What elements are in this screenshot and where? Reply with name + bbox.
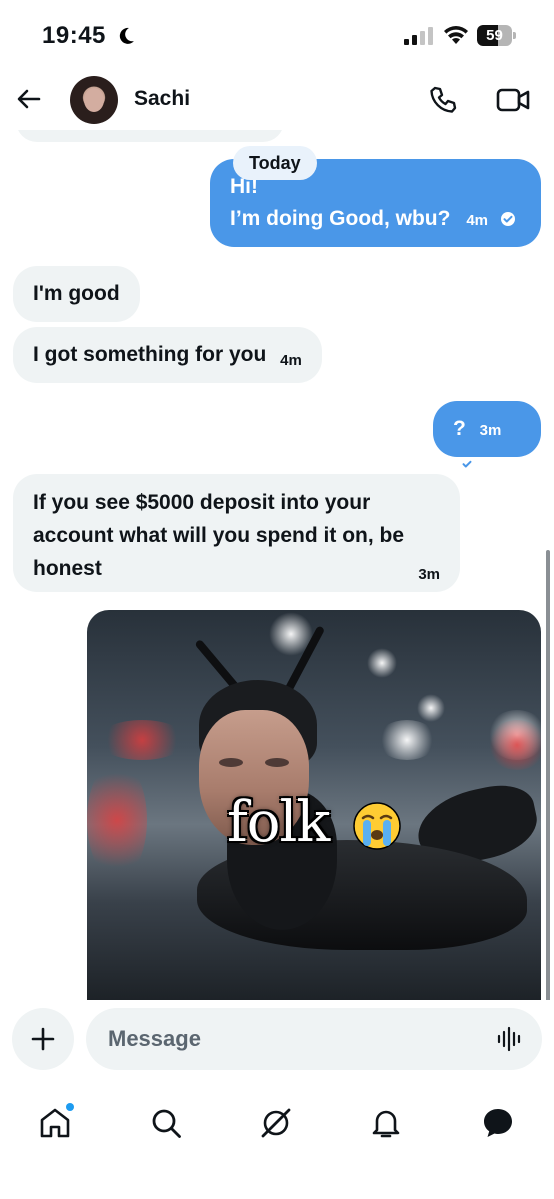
date-separator: Today <box>233 146 317 180</box>
message-bubble-incoming[interactable]: I'm good <box>13 266 140 322</box>
bottom-navigation <box>0 1083 554 1199</box>
voice-call-button[interactable] <box>423 81 463 119</box>
add-attachment-button[interactable] <box>12 1008 74 1070</box>
loudly-crying-face-icon <box>353 802 401 850</box>
notifications-icon <box>372 1110 400 1138</box>
read-check-icon <box>460 457 474 471</box>
message-line: I’m doing Good, wbu? <box>230 207 451 230</box>
nav-notifications[interactable] <box>360 1097 412 1149</box>
message-line: If you see $5000 deposit into your <box>33 491 371 514</box>
message-input[interactable] <box>108 1008 468 1070</box>
battery-indicator: 59 <box>477 25 517 46</box>
notification-dot <box>66 1103 74 1111</box>
message-time: 3m <box>479 422 502 439</box>
message-field[interactable] <box>86 1008 542 1070</box>
nav-grok[interactable] <box>250 1097 302 1149</box>
search-icon <box>152 1109 181 1138</box>
plus-icon <box>31 1027 55 1051</box>
conversation-header: Sachi <box>0 70 554 130</box>
message-bubble-outgoing[interactable]: ? 3m <box>433 401 541 471</box>
image-caption: folk <box>227 790 330 855</box>
status-time: 19:45 <box>42 22 106 49</box>
back-arrow-icon[interactable] <box>16 86 42 112</box>
avatar[interactable] <box>70 76 118 124</box>
nav-messages[interactable] <box>472 1097 524 1149</box>
messages-icon <box>484 1109 512 1137</box>
status-bar: 19:45 59 <box>0 0 554 70</box>
message-image[interactable]: folk <box>87 610 541 1000</box>
phone-icon <box>430 86 457 113</box>
signal-icon <box>404 27 433 45</box>
message-text: ? <box>453 417 466 440</box>
wifi-icon <box>444 26 468 44</box>
message-thread[interactable]: Hi! I’m doing Good, wbu? 4m Today I'm go… <box>0 130 554 1000</box>
message-text: I'm good <box>33 282 120 305</box>
contact-name[interactable]: Sachi <box>134 87 190 111</box>
message-time: 4m <box>466 212 488 229</box>
read-check-icon <box>500 212 515 226</box>
voice-message-icon[interactable] <box>496 1025 524 1053</box>
message-composer <box>0 1005 554 1075</box>
home-icon <box>40 1108 70 1138</box>
grok-icon <box>261 1108 291 1138</box>
moon-icon <box>119 27 134 44</box>
message-text: I got something for you <box>33 343 267 366</box>
previous-message-bubble[interactable] <box>16 130 284 142</box>
video-camera-icon <box>496 88 530 112</box>
message-line: honest <box>33 557 102 580</box>
message-time: 3m <box>418 566 440 583</box>
message-time: 4m <box>280 352 302 369</box>
message-bubble-incoming[interactable]: If you see $5000 deposit into your accou… <box>13 474 460 592</box>
scrollbar[interactable] <box>546 550 550 1000</box>
video-call-button[interactable] <box>493 81 533 119</box>
battery-percent: 59 <box>486 27 503 44</box>
message-bubble-incoming[interactable]: I got something for you 4m <box>13 327 322 383</box>
message-line: account what will you spend it on, be <box>33 524 405 547</box>
nav-search[interactable] <box>140 1097 192 1149</box>
nav-home[interactable] <box>29 1097 81 1149</box>
